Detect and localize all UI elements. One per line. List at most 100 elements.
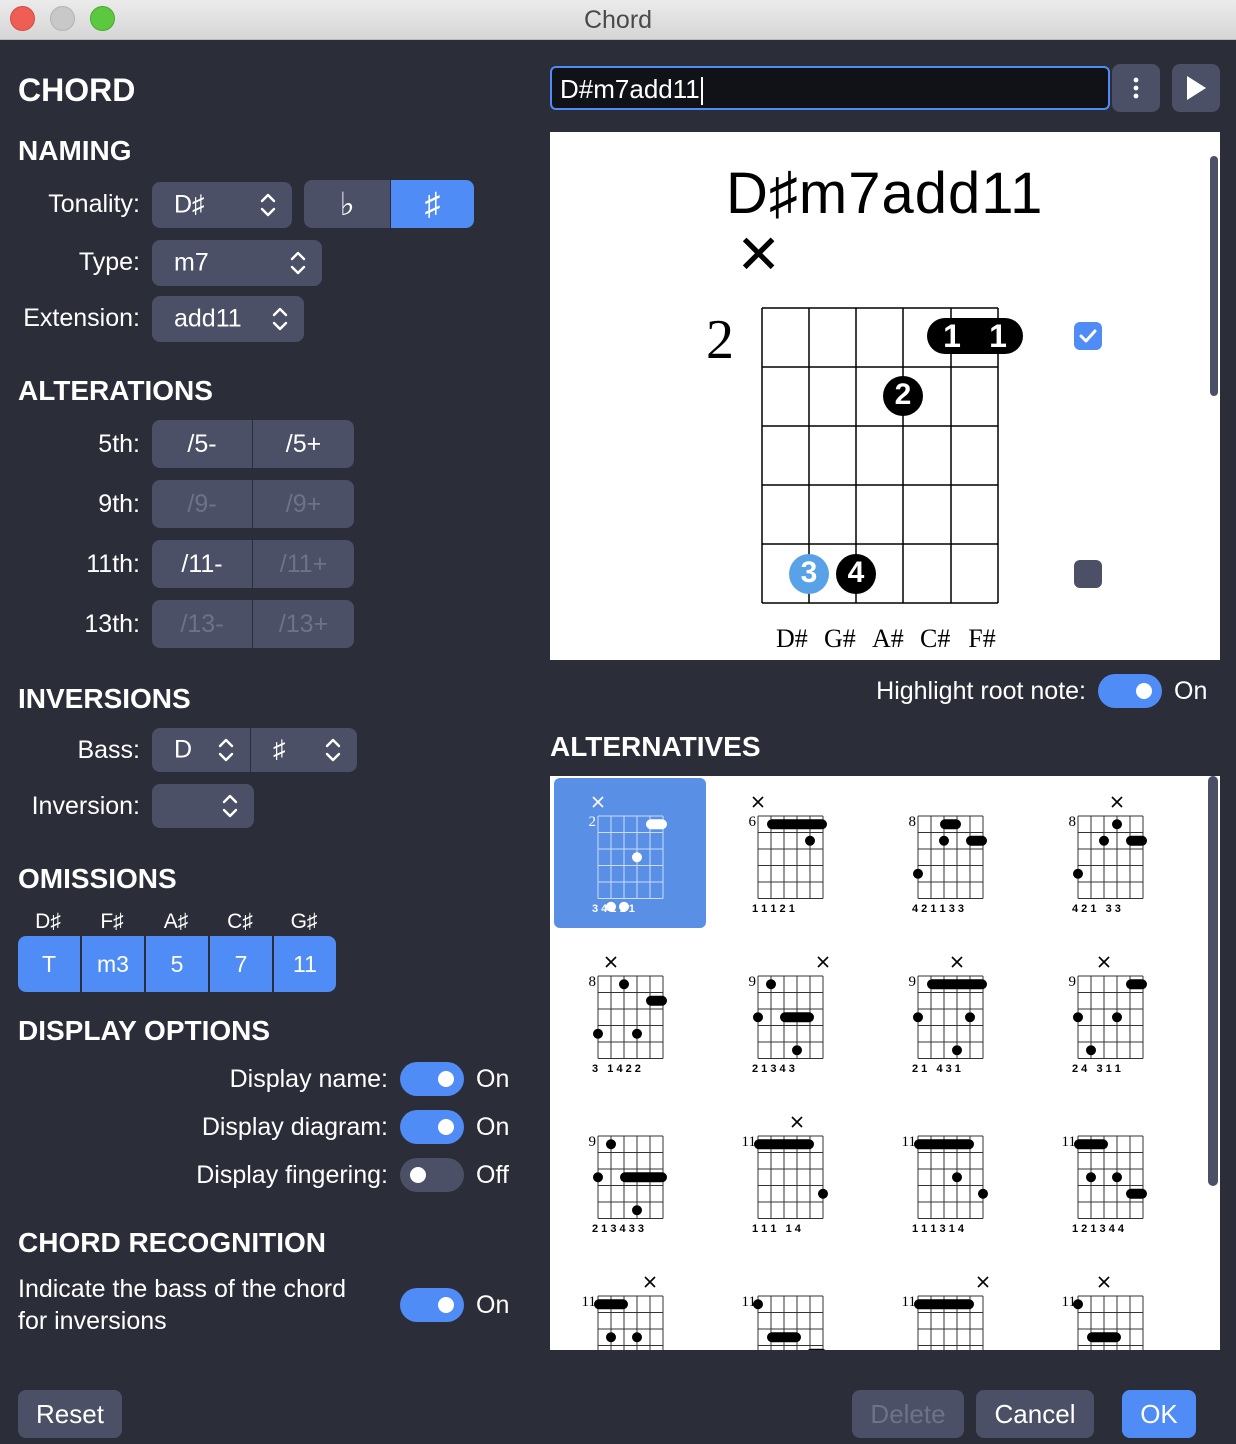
ok-button[interactable]: OK	[1122, 1390, 1196, 1438]
indicate-bass-toggle[interactable]	[400, 1288, 464, 1322]
alternative-chord-6[interactable]: 9 2 1 3 4 3	[714, 938, 866, 1088]
alternative-chord-11[interactable]: 11 1 1 1 3 1 4	[874, 1098, 1026, 1248]
alternative-fingering: 3 1 4 2 2	[592, 1062, 641, 1075]
extension-label: Extension:	[23, 304, 140, 332]
inversion-label: Inversion:	[31, 792, 140, 820]
display-name-toggle[interactable]	[400, 1062, 464, 1096]
alternative-fret-number: 9	[748, 974, 757, 990]
alternative-fret-number: 8	[1068, 814, 1077, 830]
sharp-icon: ♯	[424, 185, 441, 222]
display-fingering-label: Display fingering:	[196, 1161, 388, 1189]
omit-11-button[interactable]: 11	[274, 936, 336, 992]
alternative-chord-4[interactable]: 8 4 2 1 3 3	[1034, 778, 1186, 928]
window-title: Chord	[583, 6, 653, 34]
omit-m3-button[interactable]: m3	[82, 936, 144, 992]
fret5-checkbox[interactable]	[1074, 560, 1102, 588]
highlight-root-toggle[interactable]	[1098, 674, 1162, 708]
sharp-button[interactable]: ♯	[390, 180, 474, 228]
indicate-bass-value: On	[476, 1291, 510, 1319]
stepper-icon	[272, 307, 288, 331]
bass-accidental-select[interactable]: ♯	[251, 728, 357, 772]
alternative-chord-15[interactable]: 11	[874, 1258, 1026, 1350]
omission-note-label: D♯	[35, 910, 61, 933]
alternative-chord-10[interactable]: 11 1 1 1 1 4	[714, 1098, 866, 1248]
display-name-label: Display name:	[229, 1065, 388, 1093]
toggle-knob	[1136, 683, 1152, 699]
finger-3-label: 3	[800, 556, 818, 589]
alternative-chord-7[interactable]: 9 2 1 4 3 1	[874, 938, 1026, 1088]
bass-inversion-text-line2: for inversions	[18, 1307, 167, 1335]
barre-finger-right: 1	[989, 318, 1007, 354]
alternative-chord-14[interactable]: 11	[714, 1258, 866, 1350]
display-fingering-value: Off	[476, 1161, 509, 1189]
toggle-knob	[410, 1167, 426, 1183]
inversions-heading: INVERSIONS	[18, 683, 191, 714]
alternative-fret-number: 11	[1061, 1134, 1076, 1150]
barre-checkbox[interactable]	[1074, 322, 1102, 350]
type-label: Type:	[78, 248, 140, 276]
alternative-fret-number: 8	[908, 814, 917, 830]
play-button[interactable]	[1172, 64, 1220, 112]
alteration-9-minus-button[interactable]: /9-	[152, 480, 252, 528]
alteration-13th-label: 13th:	[84, 610, 140, 638]
alteration-13-minus-button[interactable]: /13-	[152, 600, 252, 648]
more-options-button[interactable]	[1112, 64, 1160, 112]
alteration-5-minus-button[interactable]: /5-	[152, 420, 252, 468]
alternative-chord-9[interactable]: 9 2 1 3 4 3 3	[554, 1098, 706, 1248]
stepper-icon	[222, 794, 238, 818]
type-value: m7	[174, 248, 209, 277]
alternative-fingering: 2 1 3 4 3 3	[592, 1222, 644, 1235]
type-select[interactable]: m7	[152, 240, 322, 286]
display-fingering-toggle[interactable]	[400, 1158, 464, 1192]
display-diagram-toggle[interactable]	[400, 1110, 464, 1144]
checkmark-icon	[1079, 329, 1097, 343]
alteration-9-plus-button[interactable]: /9+	[252, 480, 354, 528]
cancel-button[interactable]: Cancel	[976, 1390, 1094, 1438]
string-note-label: G#	[824, 624, 856, 653]
alternative-chord-1[interactable]: 2 3 4 2 1 1	[554, 778, 706, 928]
omit-5-button[interactable]: 5	[146, 936, 208, 992]
alternative-chord-13[interactable]: 11	[554, 1258, 706, 1350]
alternative-fingering: 1 1 1 1 4	[752, 1222, 801, 1235]
alternative-fingering: 1 1 1 2 1	[752, 902, 795, 915]
alternative-chord-3[interactable]: 8 4 2 1 1 3 3	[874, 778, 1026, 928]
alternative-fingering: 1 1 1 3 1 4	[912, 1222, 964, 1235]
barre-finger-left: 1	[943, 318, 961, 354]
alteration-11-plus-button[interactable]: /11+	[252, 540, 354, 588]
alternative-chord-12[interactable]: 11 1 2 1 3 4 4	[1034, 1098, 1186, 1248]
bass-note-select[interactable]: D	[152, 728, 250, 772]
alteration-11-minus-button[interactable]: /11-	[152, 540, 252, 588]
finger-2-label: 2	[894, 378, 912, 411]
alternative-fingering: 2 1 4 3 1	[912, 1062, 961, 1075]
chord-name-input[interactable]: D#m7add11	[550, 66, 1110, 110]
alternatives-grid: 2 3 4 2 1 1 6 1 1 1 2 1 8 4 2 1 1 3 3 8 4 2 1 3…	[550, 776, 1220, 1350]
extension-value: add11	[174, 304, 242, 333]
alteration-5th-label: 5th:	[98, 430, 140, 458]
alternative-chord-2[interactable]: 6 1 1 1 2 1	[714, 778, 866, 928]
tonality-label: Tonality:	[48, 190, 140, 218]
alternative-fingering: 4 2 1 3 3	[1072, 902, 1121, 915]
inversion-select[interactable]	[152, 784, 254, 828]
chord-diagram: D♯m7add11 ✕ 2 1 1 2 3 4 D# G# A# C# F#	[550, 132, 1220, 660]
delete-button[interactable]: Delete	[852, 1390, 964, 1438]
alternatives-scrollbar[interactable]	[1208, 776, 1218, 1186]
omit-tonic-button[interactable]: T	[18, 936, 80, 992]
alteration-9th-label: 9th:	[98, 490, 140, 518]
alteration-5-plus-button[interactable]: /5+	[252, 420, 354, 468]
highlight-root-value: On	[1174, 677, 1208, 705]
alternative-chord-5[interactable]: 8 3 1 4 2 2	[554, 938, 706, 1088]
diagram-scrollbar[interactable]	[1210, 156, 1218, 396]
tonality-select[interactable]: D♯	[152, 182, 292, 228]
alteration-11th-label: 11th:	[86, 550, 140, 578]
omit-7-button[interactable]: 7	[210, 936, 272, 992]
alternative-fret-number: 8	[588, 974, 597, 990]
highlight-root-label: Highlight root note:	[876, 677, 1086, 705]
alternative-fret-number: 11	[1061, 1294, 1076, 1310]
alteration-13-plus-button[interactable]: /13+	[252, 600, 354, 648]
alternative-chord-8[interactable]: 9 2 4 3 1 1	[1034, 938, 1186, 1088]
alternative-chord-16[interactable]: 11	[1034, 1258, 1186, 1350]
reset-button[interactable]: Reset	[18, 1390, 122, 1438]
flat-button[interactable]: ♭	[304, 180, 390, 228]
extension-select[interactable]: add11	[152, 296, 304, 342]
alternatives-heading: ALTERNATIVES	[550, 731, 761, 762]
